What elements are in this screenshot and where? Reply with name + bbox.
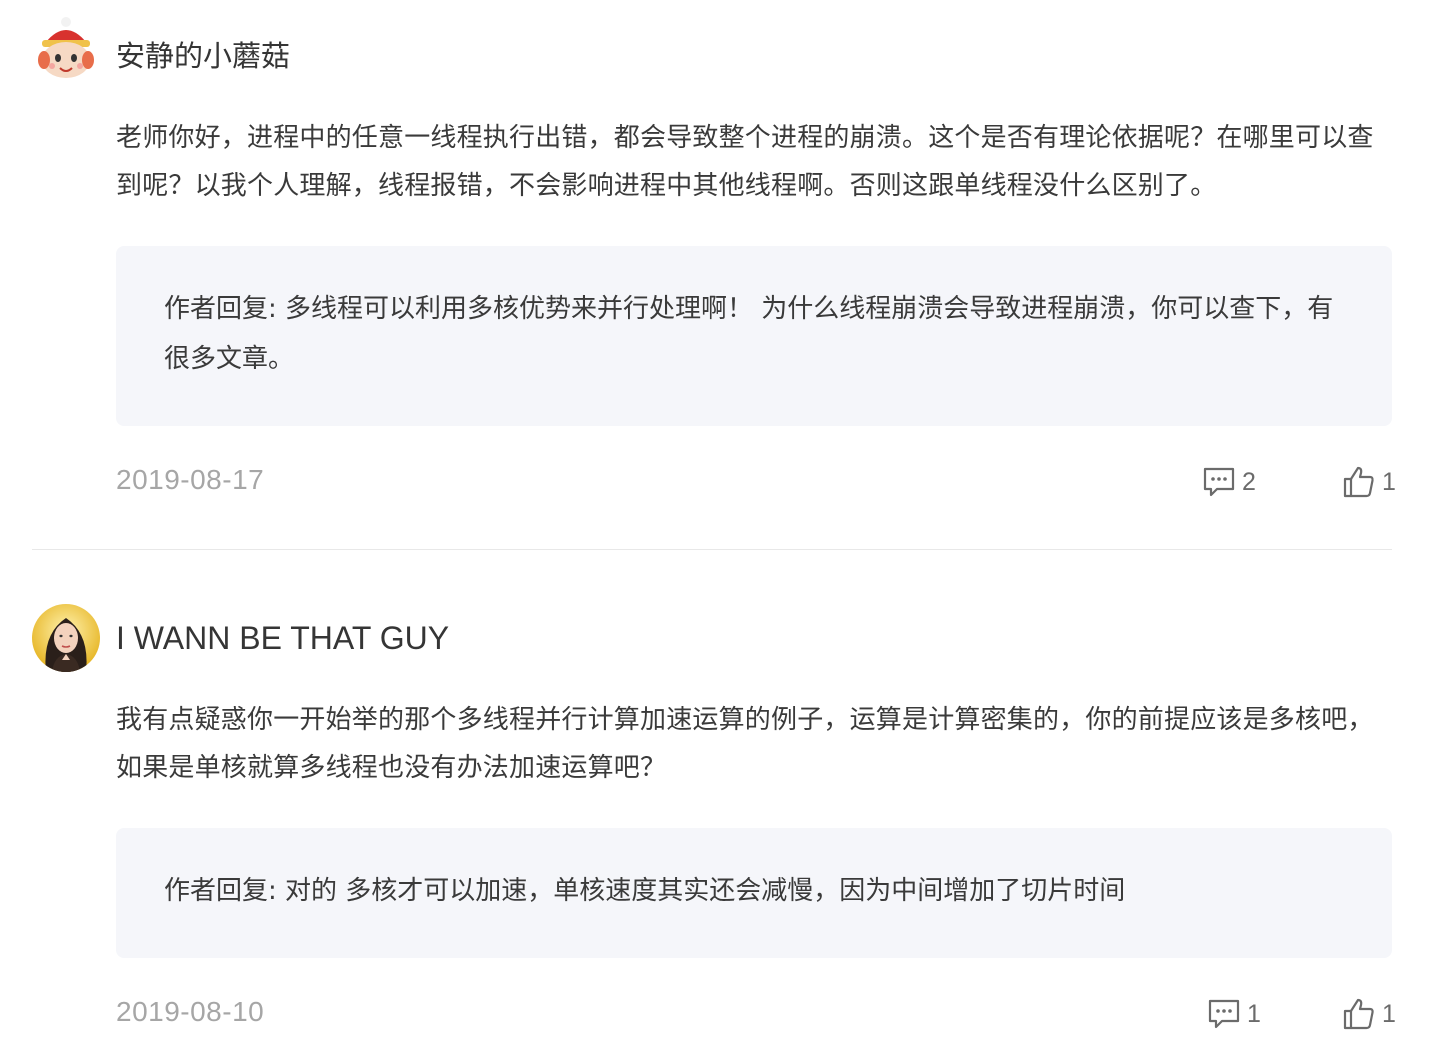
author-reply-text: 作者回复: 对的 多核才可以加速，单核速度其实还会减慢，因为中间增加了切片时间 <box>164 876 1126 906</box>
reply-count: 2 <box>1242 467 1256 496</box>
comment-divider <box>32 549 1392 550</box>
avatar[interactable] <box>32 16 100 84</box>
author-reply-text: 作者回复: 多线程可以利用多核优势来并行处理啊！ 为什么线程崩溃会导致进程崩溃，… <box>164 294 1334 374</box>
like-count: 1 <box>1382 999 1396 1028</box>
reply-button[interactable]: 2 <box>1202 462 1256 502</box>
comment-bubble-icon <box>1208 999 1240 1029</box>
username[interactable]: I WANN BE THAT GUY <box>116 618 449 658</box>
user-photo-avatar-icon <box>32 604 100 672</box>
comment-footer: 2019-08-17 2 1 <box>0 462 1438 502</box>
like-count: 1 <box>1382 467 1396 496</box>
avatar[interactable] <box>32 604 100 672</box>
like-button[interactable]: 1 <box>1342 994 1396 1034</box>
reply-button[interactable]: 1 <box>1207 994 1261 1034</box>
username[interactable]: 安静的小蘑菇 <box>116 36 290 76</box>
like-button[interactable]: 1 <box>1342 462 1396 502</box>
comment-date: 2019-08-10 <box>116 996 265 1027</box>
author-reply: 作者回复: 多线程可以利用多核优势来并行处理啊！ 为什么线程崩溃会导致进程崩溃，… <box>116 246 1392 426</box>
comment-footer: 2019-08-10 1 1 <box>0 994 1438 1034</box>
comment-body: 老师你好，进程中的任意一线程执行出错，都会导致整个进程的崩溃。这个是否有理论依据… <box>116 123 1374 201</box>
reply-count: 1 <box>1247 999 1261 1028</box>
comment-date: 2019-08-17 <box>116 464 265 495</box>
comment-body: 我有点疑惑你一开始举的那个多线程并行计算加速运算的例子，运算是计算密集的，你的前… <box>116 705 1374 783</box>
thumbs-up-icon <box>1343 466 1374 498</box>
thumbs-up-icon <box>1343 998 1374 1030</box>
mushroom-avatar-icon <box>32 16 100 84</box>
author-reply: 作者回复: 对的 多核才可以加速，单核速度其实还会减慢，因为中间增加了切片时间 <box>116 828 1392 958</box>
comment-bubble-icon <box>1203 467 1235 497</box>
